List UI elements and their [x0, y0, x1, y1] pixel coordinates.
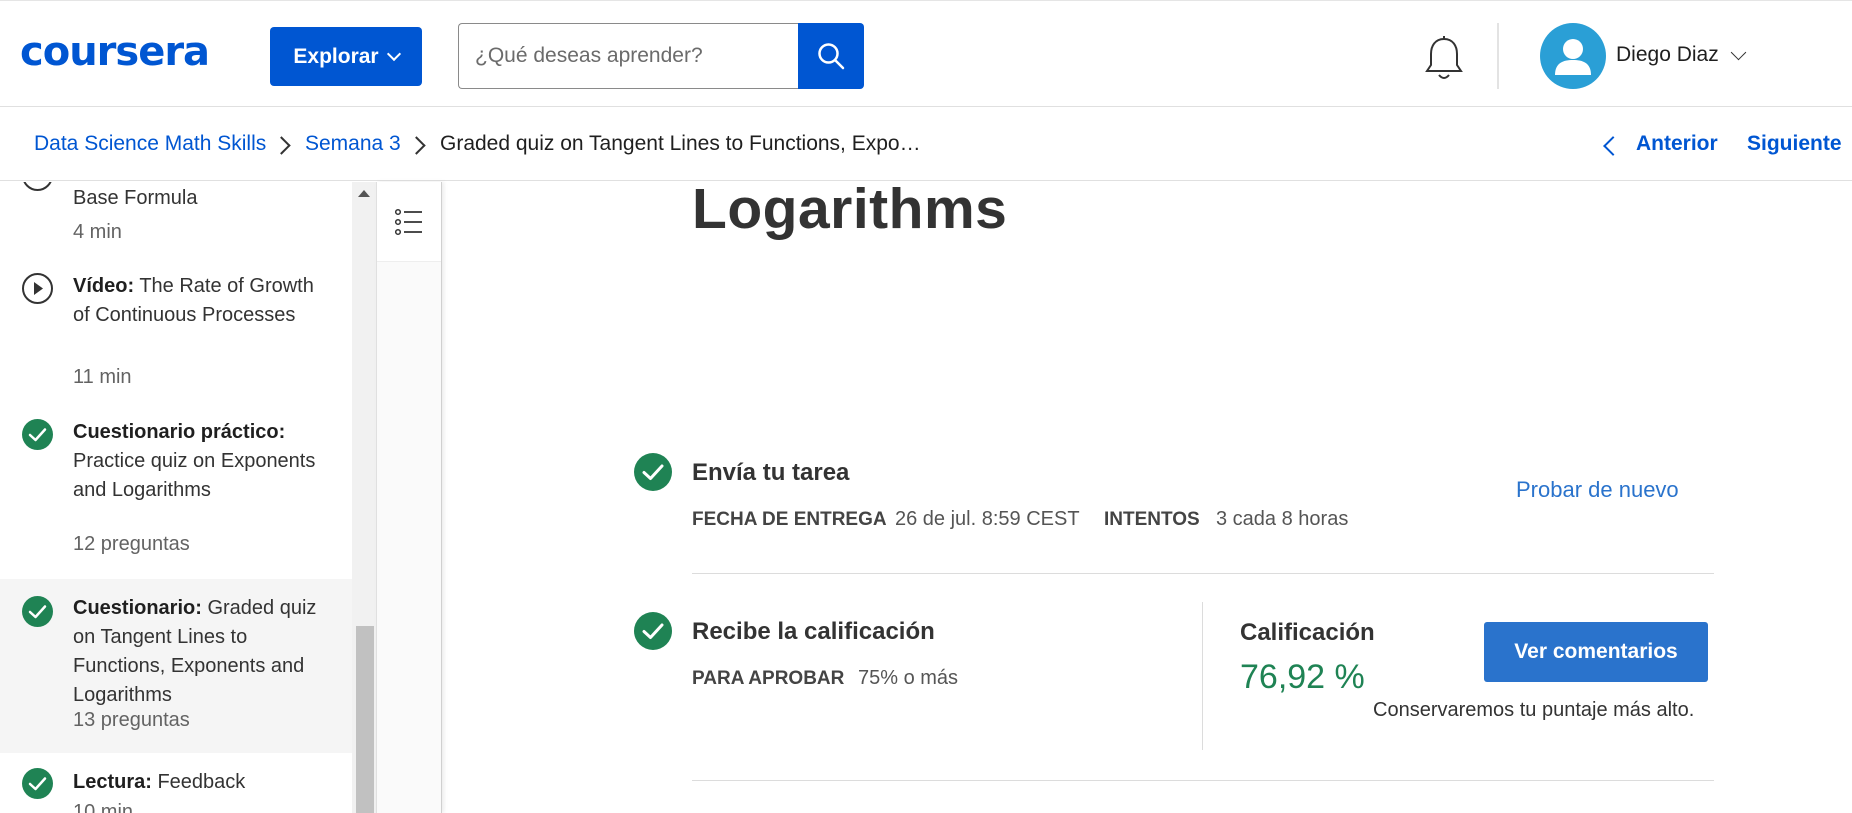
grade-row-title: Recibe la calificación — [692, 618, 935, 645]
play-triangle-icon — [34, 282, 43, 295]
check-circle-icon — [634, 612, 672, 650]
view-feedback-button[interactable]: Ver comentarios — [1484, 622, 1708, 682]
list-icon — [394, 208, 422, 235]
coursera-logo[interactable]: coursera — [20, 29, 210, 75]
check-circle-icon — [22, 596, 53, 627]
breadcrumb-current: Graded quiz on Tangent Lines to Function… — [440, 132, 921, 155]
chevron-right-icon — [407, 136, 426, 155]
chevron-left-icon[interactable] — [1603, 136, 1623, 156]
toc-panel — [376, 182, 442, 813]
sidebar-item-type: Cuestionario: — [73, 597, 202, 619]
sidebar-item-title: Lectura: Feedback — [73, 768, 323, 797]
sidebar-item-type: Cuestionario práctico: — [73, 421, 286, 443]
next-link[interactable]: Siguiente — [1747, 132, 1842, 156]
check-icon — [28, 777, 47, 791]
check-icon — [642, 464, 664, 480]
previous-link[interactable]: Anterior — [1636, 132, 1718, 156]
check-icon — [642, 623, 664, 639]
sidebar-scrollbar[interactable] — [352, 182, 376, 813]
sidebar-item-meta: 12 preguntas — [73, 533, 190, 555]
username[interactable]: Diego Diaz — [1616, 43, 1719, 67]
check-circle-icon — [22, 419, 53, 450]
sidebar-item-meta: 10 min — [73, 801, 134, 813]
search-placeholder: ¿Qué deseas aprender? — [475, 44, 703, 67]
vertical-divider — [1202, 602, 1203, 750]
view-feedback-label: Ver comentarios — [1514, 640, 1678, 663]
user-icon — [1555, 39, 1591, 75]
sidebar-item-title: Cuestionario práctico: Practice quiz on … — [73, 418, 323, 505]
list-item[interactable]: Lectura: Feedback 10 min — [0, 768, 352, 813]
submit-title: Envía tu tarea — [692, 459, 850, 486]
chevron-down-icon — [386, 46, 401, 61]
retry-link[interactable]: Probar de nuevo — [1516, 477, 1679, 503]
breadcrumb-course[interactable]: Data Science Math Skills — [34, 132, 266, 156]
chevron-right-icon — [272, 136, 291, 155]
top-header: coursera Explorar ¿Qué deseas aprender? … — [0, 0, 1852, 107]
bell-icon[interactable] — [1422, 35, 1466, 83]
due-value: 26 de jul. 8:59 CEST — [895, 508, 1080, 530]
pass-value: 75% o más — [858, 667, 959, 689]
toc-toggle-button[interactable] — [377, 182, 441, 262]
page-title: Logarithms — [692, 177, 1008, 241]
due-label: FECHA DE ENTREGA — [692, 509, 887, 530]
divider — [692, 780, 1714, 781]
breadcrumb: Data Science Math Skills Semana 3 Graded… — [0, 107, 1852, 181]
sidebar-item-name: Feedback — [157, 771, 246, 793]
list-item[interactable]: Base Formula 4 min — [0, 182, 352, 243]
list-item[interactable]: Cuestionario práctico: Practice quiz on … — [0, 418, 352, 568]
grade-label: Calificación — [1240, 619, 1375, 646]
check-icon — [28, 605, 47, 619]
sidebar-item-meta: 11 min — [73, 366, 132, 388]
sidebar-item-type: Lectura: — [73, 771, 152, 793]
sidebar-item-title: Cuestionario: Graded quiz on Tangent Lin… — [73, 594, 323, 710]
sidebar-item-meta: 4 min — [73, 221, 122, 243]
play-icon — [22, 273, 53, 304]
search-icon — [818, 43, 845, 70]
list-item-active[interactable]: Cuestionario: Graded quiz on Tangent Lin… — [0, 579, 352, 753]
header-divider — [1497, 23, 1499, 89]
sidebar-item-title: Base Formula — [73, 187, 198, 209]
sidebar-item-type: Vídeo: — [73, 275, 135, 297]
scroll-up-arrow-icon[interactable] — [358, 190, 370, 197]
list-item[interactable]: Vídeo: The Rate of Growth of Continuous … — [0, 272, 352, 402]
attempts-label: INTENTOS — [1104, 509, 1200, 530]
course-sidebar: Base Formula 4 min Vídeo: The Rate of Gr… — [0, 182, 352, 813]
keep-highest-note: Conservaremos tu puntaje más alto. — [1373, 699, 1695, 721]
divider — [692, 573, 1714, 574]
explore-label: Explorar — [293, 44, 379, 68]
explore-button[interactable]: Explorar — [270, 27, 422, 86]
sidebar-item-title: Vídeo: The Rate of Growth of Continuous … — [73, 272, 323, 330]
sidebar-item-meta: 13 preguntas — [73, 709, 190, 731]
breadcrumb-week[interactable]: Semana 3 — [305, 132, 401, 156]
search-input[interactable]: ¿Qué deseas aprender? — [458, 23, 800, 89]
search-button[interactable] — [798, 23, 864, 89]
sidebar-item-name: Practice quiz on Exponents and Logarithm… — [73, 450, 316, 501]
check-circle-icon — [634, 453, 672, 491]
check-icon — [28, 428, 47, 442]
check-circle-icon — [22, 768, 53, 799]
chevron-down-icon[interactable] — [1730, 44, 1747, 61]
circle-icon — [22, 182, 53, 191]
grade-value: 76,92 % — [1240, 658, 1365, 696]
avatar[interactable] — [1540, 23, 1606, 89]
pass-label: PARA APROBAR — [692, 668, 845, 689]
scrollbar-thumb[interactable] — [356, 626, 374, 813]
attempts-value: 3 cada 8 horas — [1216, 508, 1349, 530]
